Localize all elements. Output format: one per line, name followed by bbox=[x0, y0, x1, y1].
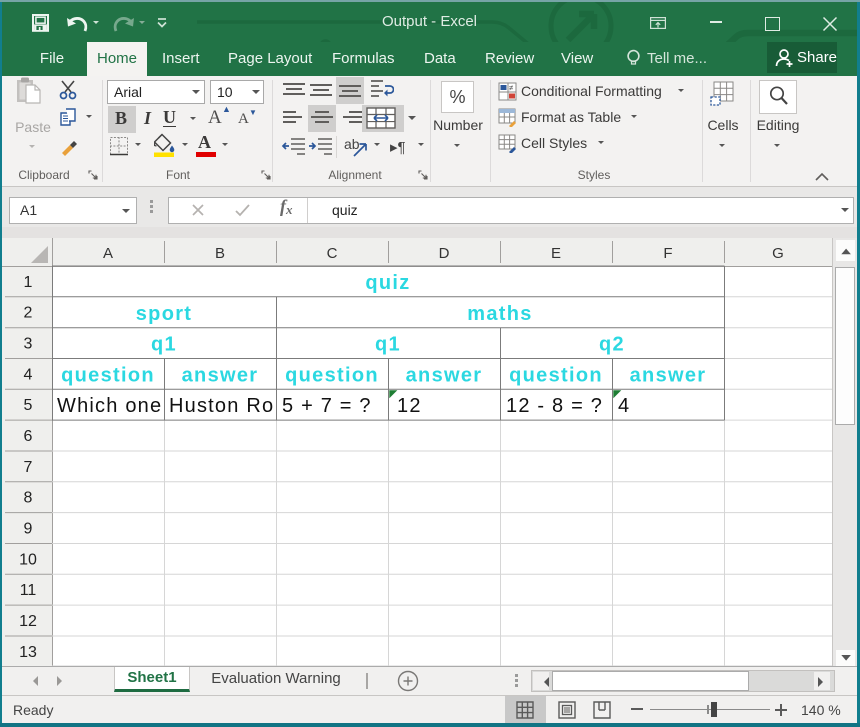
svg-text:q1: q1 bbox=[151, 334, 177, 356]
svg-text:q1: q1 bbox=[375, 334, 401, 356]
svg-text:question: question bbox=[509, 364, 603, 386]
svg-text:≠: ≠ bbox=[509, 84, 514, 93]
svg-text:5: 5 bbox=[24, 397, 33, 414]
svg-text:3: 3 bbox=[24, 336, 33, 353]
svg-text:question: question bbox=[61, 364, 155, 386]
svg-text:12: 12 bbox=[19, 613, 37, 630]
svg-text:4: 4 bbox=[24, 366, 33, 383]
svg-text:11: 11 bbox=[20, 582, 37, 599]
svg-text:5 + 7 = ?: 5 + 7 = ? bbox=[282, 395, 372, 417]
svg-text:6: 6 bbox=[24, 428, 33, 445]
svg-text:12 - 8 = ?: 12 - 8 = ? bbox=[506, 395, 603, 417]
svg-text:Huston Ro: Huston Ro bbox=[169, 395, 274, 417]
svg-text:q2: q2 bbox=[599, 334, 625, 356]
svg-text:Which one: Which one bbox=[57, 395, 162, 417]
svg-text:10: 10 bbox=[19, 551, 37, 568]
svg-text:2: 2 bbox=[24, 305, 33, 322]
svg-text:8: 8 bbox=[24, 490, 33, 507]
svg-text:answer: answer bbox=[630, 364, 707, 386]
svg-text:quiz: quiz bbox=[365, 272, 410, 294]
svg-text:E: E bbox=[551, 245, 561, 262]
svg-text:D: D bbox=[439, 245, 450, 262]
svg-text:sport: sport bbox=[136, 303, 193, 325]
svg-text:A: A bbox=[103, 245, 113, 262]
svg-text:question: question bbox=[285, 364, 379, 386]
svg-text:answer: answer bbox=[406, 364, 483, 386]
svg-text:F: F bbox=[663, 245, 672, 262]
svg-text:12: 12 bbox=[397, 395, 422, 417]
svg-text:C: C bbox=[327, 245, 338, 262]
svg-text:G: G bbox=[772, 245, 784, 262]
svg-text:4: 4 bbox=[618, 395, 630, 417]
svg-text:B: B bbox=[215, 245, 225, 262]
svg-text:13: 13 bbox=[19, 644, 37, 661]
svg-text:7: 7 bbox=[24, 459, 33, 476]
svg-text:1: 1 bbox=[24, 274, 33, 291]
svg-text:ab: ab bbox=[344, 136, 360, 152]
svg-text:maths: maths bbox=[467, 303, 532, 325]
svg-text:9: 9 bbox=[24, 521, 33, 538]
svg-text:answer: answer bbox=[182, 364, 259, 386]
